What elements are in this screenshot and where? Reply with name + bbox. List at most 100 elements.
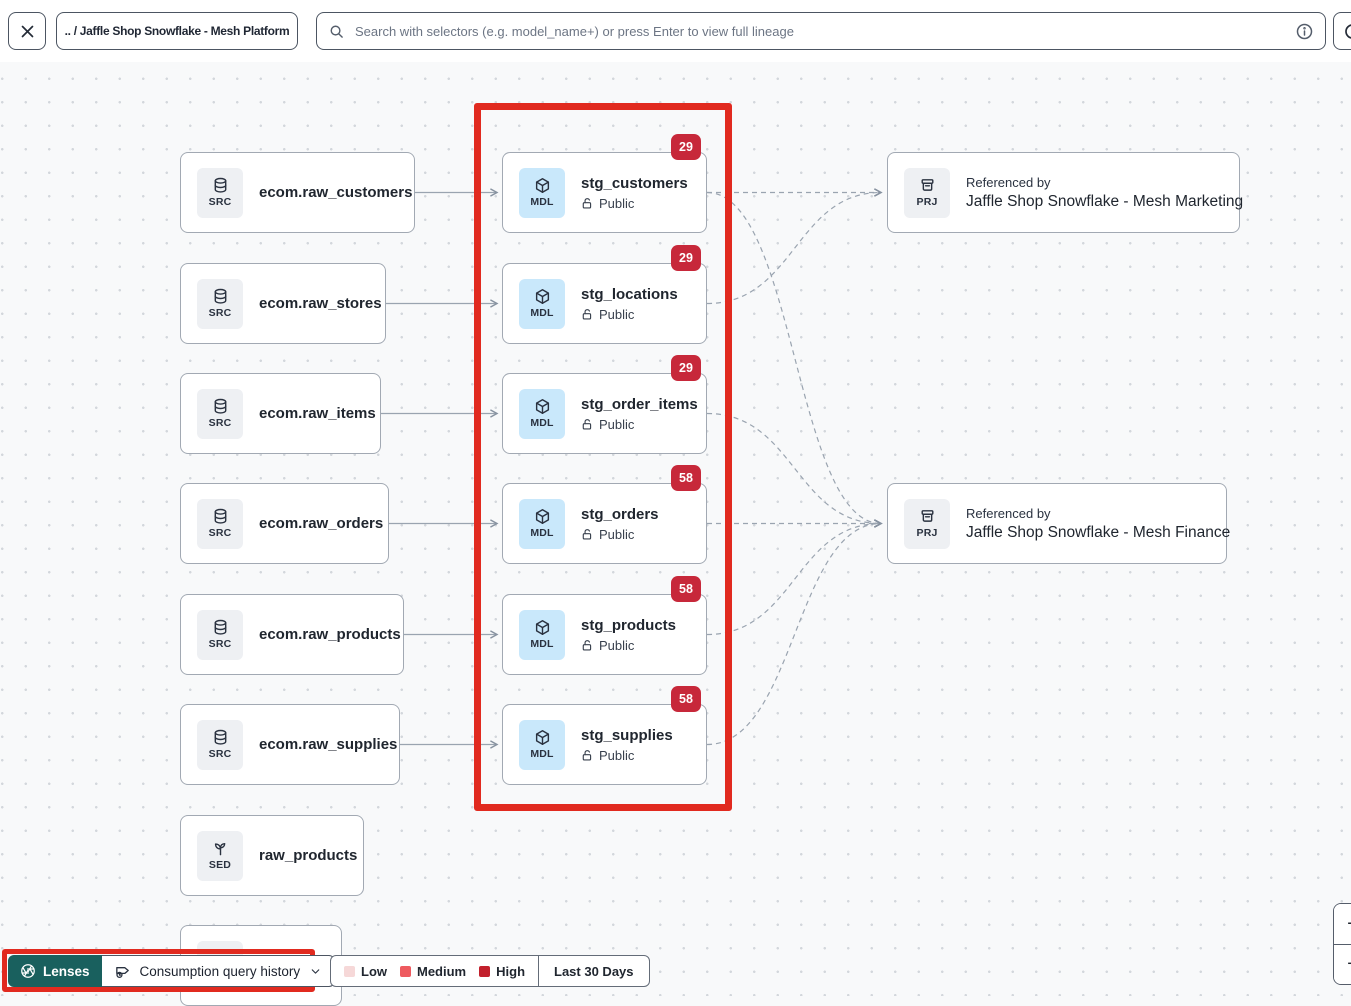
zoom-in-button[interactable]: + — [1334, 904, 1351, 944]
node-type-tag: PRJ — [916, 527, 937, 539]
project-icon-tile: PRJ — [904, 168, 950, 218]
project-title: Jaffle Shop Snowflake - Mesh Marketing — [966, 193, 1243, 211]
search-input[interactable] — [353, 23, 1287, 40]
access-label: Public — [599, 527, 634, 542]
lock-open-icon — [581, 308, 594, 321]
model-icon-tile: MDL — [519, 499, 565, 549]
source-icon-tile: SRC — [197, 720, 243, 770]
archive-box-icon — [919, 177, 936, 194]
source-node-ecom-raw_customers[interactable]: SRC ecom.raw_customers — [180, 152, 415, 233]
model-node-stg_customers[interactable]: 29 MDL stg_customers Public — [502, 152, 707, 233]
seed-node-raw_products[interactable]: SED raw_products — [180, 815, 364, 896]
node-title: ecom.raw_stores — [259, 295, 382, 312]
legend-label-high: High — [496, 964, 525, 979]
access-label: Public — [599, 748, 634, 763]
source-node-ecom-raw_stores[interactable]: SRC ecom.raw_stores — [180, 263, 386, 344]
source-node-ecom-raw_orders[interactable]: SRC ecom.raw_orders — [180, 483, 389, 564]
database-icon — [212, 619, 229, 636]
legend-swatch-high — [479, 966, 490, 977]
node-type-tag: SED — [209, 859, 231, 871]
database-icon — [212, 508, 229, 525]
lock-open-icon — [581, 749, 594, 762]
query-history-icon — [114, 963, 131, 980]
usage-count-badge: 29 — [671, 245, 701, 271]
source-icon-tile: SRC — [197, 499, 243, 549]
project-node-mesh-marketing[interactable]: PRJ Referenced by Jaffle Shop Snowflake … — [887, 152, 1240, 233]
node-title: stg_customers — [581, 175, 688, 192]
search-box — [316, 12, 1326, 50]
topbar-secondary-button[interactable] — [1333, 12, 1351, 50]
node-title: ecom.raw_customers — [259, 184, 412, 201]
node-type-tag: SRC — [209, 307, 232, 319]
node-type-tag: SRC — [209, 527, 232, 539]
search-icon — [329, 24, 344, 39]
top-bar: .. / Jaffle Shop Snowflake - Mesh Platfo… — [0, 0, 1351, 62]
database-icon — [212, 288, 229, 305]
seed-icon-tile: SED — [197, 831, 243, 881]
usage-count-badge: 29 — [671, 134, 701, 160]
usage-count-badge: 58 — [671, 576, 701, 602]
lock-open-icon — [581, 528, 594, 541]
model-node-stg_locations[interactable]: 29 MDL stg_locations Public — [502, 263, 707, 344]
database-icon — [212, 729, 229, 746]
model-node-stg_products[interactable]: 58 MDL stg_products Public — [502, 594, 707, 675]
source-icon-tile: SRC — [197, 610, 243, 660]
model-icon-tile: MDL — [519, 389, 565, 439]
aperture-icon — [20, 963, 36, 979]
access-label: Public — [599, 196, 634, 211]
referenced-by-label: Referenced by — [966, 506, 1230, 521]
cube-icon — [534, 729, 551, 746]
lens-selected-label: Consumption query history — [140, 964, 301, 979]
source-icon-tile: SRC — [197, 168, 243, 218]
referenced-by-label: Referenced by — [966, 175, 1243, 190]
legend-swatch-low — [344, 966, 355, 977]
node-type-tag: SRC — [209, 748, 232, 760]
legend-item-high: High — [479, 964, 525, 979]
legend-label-medium: Medium — [417, 964, 466, 979]
source-node-ecom-raw_supplies[interactable]: SRC ecom.raw_supplies — [180, 704, 400, 785]
node-type-tag: PRJ — [916, 196, 937, 208]
node-title: stg_locations — [581, 286, 678, 303]
project-title: Jaffle Shop Snowflake - Mesh Finance — [966, 524, 1230, 542]
node-title: raw_products — [259, 847, 357, 864]
node-type-tag: MDL — [530, 527, 553, 539]
lenses-button[interactable]: Lenses — [8, 955, 102, 987]
node-type-tag: MDL — [530, 748, 553, 760]
node-type-tag: SRC — [209, 196, 232, 208]
lens-selector-dropdown[interactable]: Consumption query history — [102, 955, 336, 987]
node-title: stg_orders — [581, 506, 659, 523]
model-icon-tile: MDL — [519, 720, 565, 770]
lock-open-icon — [581, 418, 594, 431]
cube-icon — [534, 619, 551, 636]
close-icon — [20, 24, 35, 39]
cube-icon — [534, 398, 551, 415]
zoom-controls: + − — [1333, 903, 1351, 985]
source-node-ecom-raw_products[interactable]: SRC ecom.raw_products — [180, 594, 404, 675]
legend-item-medium: Medium — [400, 964, 466, 979]
lock-open-icon — [581, 197, 594, 210]
usage-count-badge: 29 — [671, 355, 701, 381]
zoom-out-button[interactable]: − — [1334, 944, 1351, 985]
sprout-icon — [212, 840, 229, 857]
model-node-stg_supplies[interactable]: 58 MDL stg_supplies Public — [502, 704, 707, 785]
heat-legend: Low Medium High Last 30 Days — [330, 955, 650, 987]
source-node-ecom-raw_items[interactable]: SRC ecom.raw_items — [180, 373, 381, 454]
node-title: ecom.raw_items — [259, 405, 376, 422]
source-icon-tile: SRC — [197, 279, 243, 329]
project-node-mesh-finance[interactable]: PRJ Referenced by Jaffle Shop Snowflake … — [887, 483, 1227, 564]
cube-icon — [534, 508, 551, 525]
close-button[interactable] — [8, 12, 46, 50]
info-icon[interactable] — [1296, 23, 1313, 40]
model-node-stg_order_items[interactable]: 29 MDL stg_order_items Public — [502, 373, 707, 454]
lineage-canvas[interactable]: SRC ecom.raw_customers SRC ecom.raw_stor… — [0, 0, 1351, 996]
model-node-stg_orders[interactable]: 58 MDL stg_orders Public — [502, 483, 707, 564]
access-label: Public — [599, 638, 634, 653]
usage-count-badge: 58 — [671, 465, 701, 491]
node-title: ecom.raw_supplies — [259, 736, 397, 753]
breadcrumb[interactable]: .. / Jaffle Shop Snowflake - Mesh Platfo… — [56, 12, 298, 50]
database-icon — [212, 177, 229, 194]
circle-icon — [1344, 23, 1351, 40]
access-label: Public — [599, 307, 634, 322]
node-title: stg_supplies — [581, 727, 673, 744]
usage-count-badge: 58 — [671, 686, 701, 712]
